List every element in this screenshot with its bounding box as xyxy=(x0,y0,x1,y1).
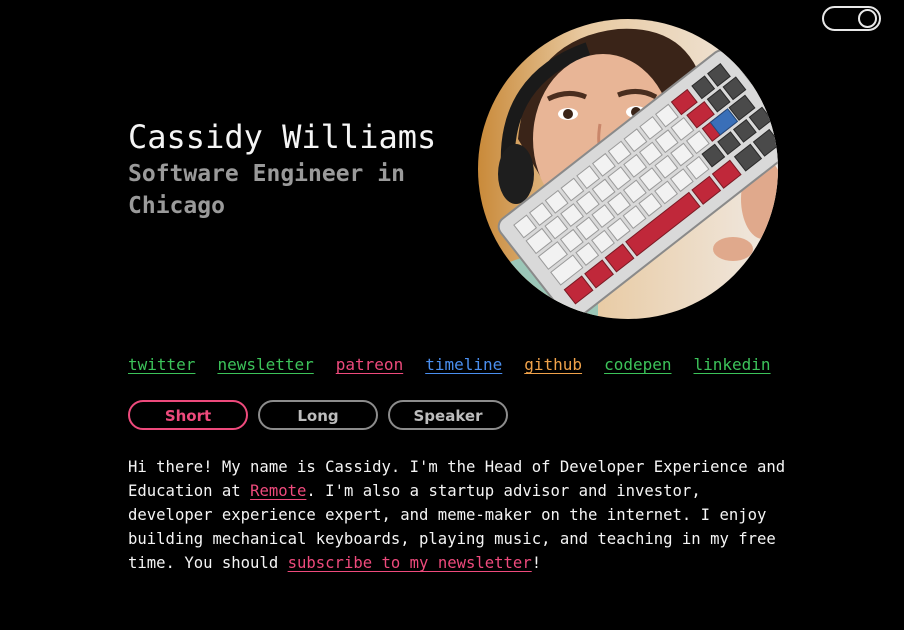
newsletter-link[interactable]: newsletter xyxy=(217,354,313,376)
linkedin-link[interactable]: linkedin xyxy=(694,354,771,376)
subscribe-newsletter-link[interactable]: subscribe to my newsletter xyxy=(288,554,532,572)
page-subtitle: Software Engineer in Chicago xyxy=(128,161,405,219)
avatar xyxy=(478,19,778,319)
page-title: Cassidy Williams xyxy=(128,118,437,156)
social-links: twitter newsletter patreon timeline gith… xyxy=(128,354,771,376)
bio-text-part-3: ! xyxy=(531,554,542,572)
twitter-link[interactable]: twitter xyxy=(128,354,195,376)
timeline-link[interactable]: timeline xyxy=(425,354,502,376)
short-bio-button[interactable]: Short xyxy=(128,400,248,430)
theme-toggle[interactable] xyxy=(822,6,881,31)
codepen-link[interactable]: codepen xyxy=(604,354,671,376)
github-link[interactable]: github xyxy=(524,354,582,376)
bio-text: Hi there! My name is Cassidy. I'm the He… xyxy=(128,455,788,575)
speaker-bio-button[interactable]: Speaker xyxy=(388,400,508,430)
theme-toggle-knob xyxy=(858,9,877,28)
remote-link[interactable]: Remote xyxy=(250,482,306,500)
patreon-link[interactable]: patreon xyxy=(336,354,403,376)
long-bio-button[interactable]: Long xyxy=(258,400,378,430)
bio-length-selector: Short Long Speaker xyxy=(128,400,508,430)
avatar-photo xyxy=(478,19,778,319)
